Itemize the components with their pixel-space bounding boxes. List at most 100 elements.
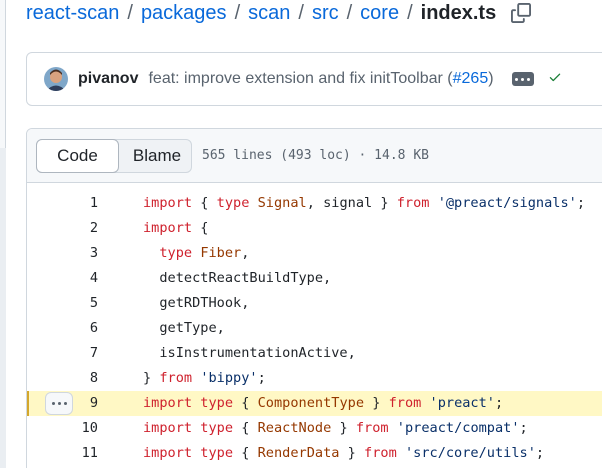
code-line[interactable]: 4 detectReactBuildType,	[27, 266, 602, 291]
line-source: getRDTHook,	[143, 291, 249, 316]
code-token: getType,	[143, 320, 225, 336]
code-token: ;	[257, 370, 266, 386]
line-source: import type { RenderData } from 'src/cor…	[143, 441, 544, 466]
copy-path-button[interactable]	[510, 2, 532, 24]
commit-message-end: )	[488, 70, 494, 87]
line-number[interactable]: 4	[27, 266, 98, 291]
code-token: ComponentType	[257, 395, 365, 411]
code-token: type	[200, 420, 234, 436]
code-token: import	[143, 445, 193, 461]
breadcrumb-repo[interactable]: react-scan	[26, 2, 119, 25]
code-token: detectReactBuildType,	[143, 270, 332, 286]
line-number[interactable]: 7	[27, 341, 98, 366]
code-line[interactable]: 7 isInstrumentationActive,	[27, 341, 602, 366]
code-token: import	[143, 195, 193, 211]
code-token: import	[143, 220, 193, 236]
file-viewer: Code Blame 565 lines (493 loc) · 14.8 KB…	[26, 128, 602, 468]
code-token: 'preact'	[429, 395, 495, 411]
line-source: detectReactBuildType,	[143, 266, 331, 291]
commit-author[interactable]: pivanov	[78, 70, 138, 88]
line-source: type Fiber,	[143, 241, 249, 266]
line-source: import type { ReactNode } from 'preact/c…	[143, 416, 528, 441]
line-number[interactable]: 3	[27, 241, 98, 266]
code-token: 'bippy'	[200, 370, 258, 386]
breadcrumb: react-scan / packages / scan / src / cor…	[26, 0, 532, 26]
code-token: ;	[495, 395, 504, 411]
line-number[interactable]: 8	[27, 366, 98, 391]
commit-message[interactable]: feat: improve extension and fix initTool…	[148, 70, 493, 88]
code-token: }	[143, 370, 160, 386]
code-token: type	[200, 445, 234, 461]
file-header: Code Blame 565 lines (493 loc) · 14.8 KB	[27, 129, 602, 183]
code-line[interactable]: 8} from 'bippy';	[27, 366, 602, 391]
line-number[interactable]: 10	[27, 416, 98, 441]
breadcrumb-scan[interactable]: scan	[248, 2, 290, 25]
line-number[interactable]: 9	[27, 391, 98, 416]
code-token: from	[364, 445, 397, 461]
breadcrumb-core[interactable]: core	[360, 2, 399, 25]
code-token: import	[143, 420, 193, 436]
line-number[interactable]: 2	[27, 216, 98, 241]
tab-code[interactable]: Code	[36, 138, 119, 173]
line-number[interactable]: 5	[27, 291, 98, 316]
ellipsis-icon[interactable]	[511, 72, 534, 86]
code-token: , signal }	[306, 195, 397, 211]
code-line[interactable]: 5 getRDTHook,	[27, 291, 602, 316]
code-token: {	[233, 395, 258, 411]
line-source: isInstrumentationActive,	[143, 341, 356, 366]
file-stats: 565 lines (493 loc) · 14.8 KB	[202, 148, 429, 163]
code-token: 'src/core/utils'	[404, 445, 536, 461]
code-token: isInstrumentationActive,	[143, 345, 356, 361]
breadcrumb-separator: /	[234, 1, 241, 24]
left-rail	[0, 0, 6, 468]
latest-commit-bar: pivanov feat: improve extension and fix …	[26, 52, 602, 106]
line-source: import {	[143, 216, 208, 241]
breadcrumb-separator: /	[346, 1, 353, 24]
code-token: '@preact/signals'	[437, 195, 577, 211]
code-token: type	[200, 395, 234, 411]
code-token: from	[159, 370, 193, 386]
code-token: ;	[535, 445, 545, 461]
code-token: from	[355, 420, 389, 436]
code-line[interactable]: 2 import {	[27, 216, 602, 241]
code-token: {	[233, 420, 258, 436]
breadcrumb-separator: /	[298, 1, 304, 24]
code-token: 'preact/compat'	[396, 420, 520, 436]
breadcrumb-current-file: index.ts	[420, 1, 497, 24]
commit-pr-link[interactable]: #265	[453, 70, 489, 87]
code-line[interactable]: 6 getType,	[27, 316, 602, 341]
code-token: {	[192, 195, 217, 211]
code-view: 1 import { type Signal, signal } from '@p…	[27, 191, 602, 466]
check-icon[interactable]	[548, 70, 562, 89]
code-token: RenderData	[257, 445, 340, 461]
view-toggle: Code Blame	[36, 138, 192, 173]
code-token: }	[331, 420, 356, 436]
code-token: getRDTHook,	[143, 295, 250, 311]
code-token: {	[233, 445, 258, 461]
breadcrumb-src[interactable]: src	[312, 2, 339, 25]
code-line[interactable]: 11 import type { RenderData } from 'src/c…	[27, 441, 602, 466]
line-number[interactable]: 6	[27, 316, 98, 341]
breadcrumb-packages[interactable]: packages	[141, 2, 227, 25]
code-line[interactable]: 3 type Fiber,	[27, 241, 602, 266]
line-number[interactable]: 11	[27, 441, 98, 466]
code-line[interactable]: 10 import type { ReactNode } from 'preact…	[27, 416, 602, 441]
code-token: {	[192, 220, 209, 236]
code-token: type	[216, 195, 250, 211]
code-line[interactable]: 9 import type { ComponentType } from 'pre…	[27, 391, 602, 416]
commit-message-text: feat: improve extension and fix initTool…	[148, 70, 453, 87]
line-source: } from 'bippy';	[143, 366, 266, 391]
breadcrumb-separator: /	[407, 1, 413, 24]
line-number[interactable]: 1	[27, 191, 98, 216]
line-source: import type { ComponentType } from 'prea…	[143, 391, 503, 416]
line-source: import { type Signal, signal } from '@pr…	[143, 191, 585, 216]
code-token: from	[388, 395, 422, 411]
tab-blame[interactable]: Blame	[119, 140, 191, 172]
avatar[interactable]	[44, 67, 68, 91]
code-line[interactable]: 1 import { type Signal, signal } from '@p…	[27, 191, 602, 216]
code-token: ;	[519, 420, 528, 436]
